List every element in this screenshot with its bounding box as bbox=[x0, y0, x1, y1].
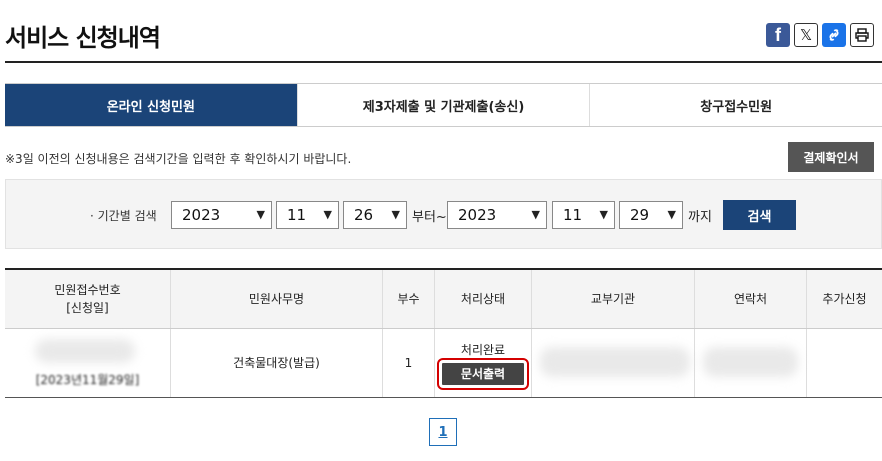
header-service-name: 민원사무명 bbox=[170, 270, 382, 328]
link-copy-icon[interactable] bbox=[822, 23, 846, 47]
header-receipt-number: 민원접수번호 [신청일] bbox=[5, 270, 170, 328]
to-month-select[interactable]: 11 ▼ bbox=[552, 201, 615, 229]
header-application-date-label: [신청일] bbox=[66, 301, 109, 315]
x-share-icon[interactable]: 𝕏 bbox=[794, 23, 818, 47]
chevron-down-icon: ▼ bbox=[599, 208, 608, 221]
tab-online-applications[interactable]: 온라인 신청민원 bbox=[5, 84, 297, 126]
chevron-down-icon: ▼ bbox=[256, 208, 265, 221]
redacted-receipt-number bbox=[35, 339, 135, 363]
tab-counter-applications[interactable]: 창구접수민원 bbox=[589, 84, 882, 126]
cell-receipt-number: [2023년11월29일] bbox=[5, 329, 170, 397]
header-issuing-agency: 교부기관 bbox=[531, 270, 694, 328]
from-day-select[interactable]: 26 ▼ bbox=[343, 201, 407, 229]
table-header-row: 민원접수번호 [신청일] 민원사무명 부수 처리상태 교부기관 연락처 추가신청 bbox=[5, 270, 882, 329]
cell-additional-request bbox=[806, 329, 882, 397]
from-month-select[interactable]: 11 ▼ bbox=[276, 201, 339, 229]
to-day-select[interactable]: 29 ▼ bbox=[619, 201, 683, 229]
chevron-down-icon: ▼ bbox=[391, 208, 400, 221]
printer-icon bbox=[855, 28, 869, 42]
cell-contact bbox=[694, 329, 806, 397]
pagination-page-1[interactable]: 1 bbox=[429, 418, 457, 446]
to-year-value: 2023 bbox=[458, 206, 497, 224]
print-document-button[interactable]: 문서출력 bbox=[437, 358, 529, 390]
period-search-label: · 기간별 검색 bbox=[90, 209, 157, 223]
to-year-select[interactable]: 2023 ▼ bbox=[447, 201, 547, 229]
payment-confirmation-button[interactable]: 결제확인서 bbox=[788, 142, 874, 172]
share-toolbar: f 𝕏 bbox=[766, 23, 874, 47]
print-icon[interactable] bbox=[850, 23, 874, 47]
notice-text: ※3일 이전의 신청내용은 검색기간을 입력한 후 확인하시기 바랍니다. bbox=[5, 152, 352, 166]
cell-status: 처리완료 문서출력 bbox=[434, 329, 531, 397]
status-text: 처리완료 bbox=[460, 343, 506, 357]
link-icon bbox=[829, 29, 839, 41]
chevron-down-icon: ▼ bbox=[667, 208, 676, 221]
table-row: [2023년11월29일] 건축물대장(발급) 1 처리완료 문서출력 bbox=[5, 329, 882, 397]
header-status: 처리상태 bbox=[434, 270, 531, 328]
tab-bar: 온라인 신청민원 제3자제출 및 기관제출(송신) 창구접수민원 bbox=[5, 83, 882, 127]
period-search-panel: · 기간별 검색 2023 ▼ 11 ▼ 26 ▼ 부터~ 2023 ▼ 11 … bbox=[5, 179, 882, 249]
cell-service-name: 건축물대장(발급) bbox=[170, 329, 382, 397]
to-month-value: 11 bbox=[563, 206, 583, 224]
header-contact: 연락처 bbox=[694, 270, 806, 328]
cell-issuing-agency bbox=[531, 329, 694, 397]
title-divider bbox=[5, 61, 882, 63]
cell-copies: 1 bbox=[382, 329, 434, 397]
header-copies: 부수 bbox=[382, 270, 434, 328]
facebook-share-icon[interactable]: f bbox=[766, 23, 790, 47]
from-month-value: 11 bbox=[287, 206, 307, 224]
header-additional-request: 추가신청 bbox=[806, 270, 882, 328]
application-table: 민원접수번호 [신청일] 민원사무명 부수 처리상태 교부기관 연락처 추가신청… bbox=[5, 268, 882, 398]
from-suffix: 부터~ bbox=[412, 210, 447, 225]
to-suffix: 까지 bbox=[688, 210, 712, 225]
redacted-issuing-agency bbox=[540, 347, 690, 377]
from-day-value: 26 bbox=[354, 206, 374, 224]
tab-third-party-submissions[interactable]: 제3자제출 및 기관제출(송신) bbox=[296, 84, 590, 126]
chevron-down-icon: ▼ bbox=[531, 208, 540, 221]
to-day-value: 29 bbox=[630, 206, 650, 224]
header-receipt-number-label: 민원접수번호 bbox=[54, 283, 121, 297]
page-title: 서비스 신청내역 bbox=[5, 24, 161, 52]
redacted-contact bbox=[703, 347, 798, 377]
from-year-value: 2023 bbox=[182, 206, 221, 224]
chevron-down-icon: ▼ bbox=[323, 208, 332, 221]
application-date: [2023년11월29일] bbox=[35, 373, 140, 387]
from-year-select[interactable]: 2023 ▼ bbox=[171, 201, 272, 229]
search-button[interactable]: 검색 bbox=[723, 200, 796, 230]
